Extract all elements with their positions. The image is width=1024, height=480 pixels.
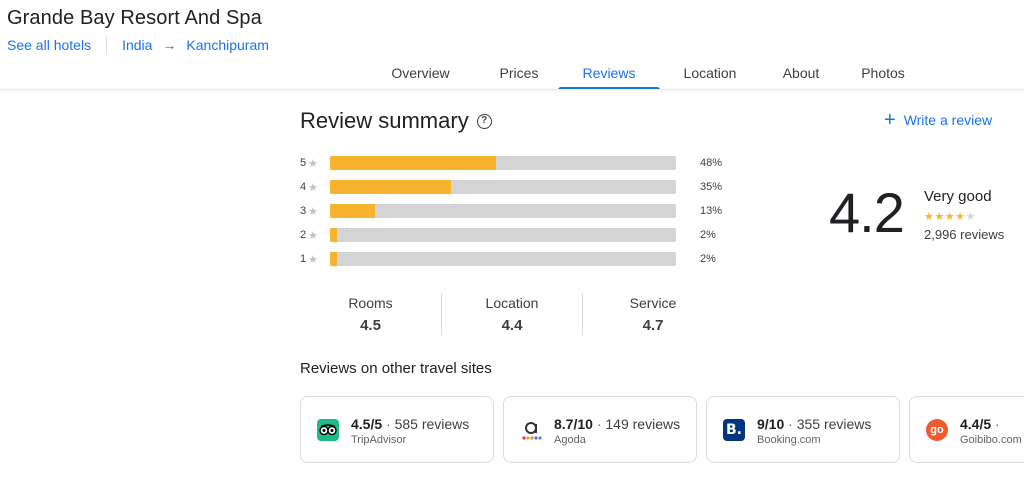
distribution-bar-fill (330, 204, 375, 218)
site-name: TripAdvisor (351, 434, 407, 446)
category-rooms: Rooms 4.5 (300, 293, 441, 335)
star-level: 1 (300, 253, 307, 265)
site-review-count: 585 reviews (394, 416, 470, 432)
distribution-percent: 48% (700, 157, 723, 169)
tab-prices[interactable]: Prices (472, 56, 566, 90)
breadcrumb-city-link[interactable]: Kanchipuram (186, 37, 269, 53)
site-card-tripadvisor[interactable]: 4.5/5 · 585 reviews TripAdvisor (300, 396, 494, 463)
star-icon: ★ (308, 181, 318, 194)
site-card-booking[interactable]: B. 9/10 · 355 reviews Booking.com (706, 396, 900, 463)
distribution-percent: 2% (700, 229, 716, 241)
distribution-row-4: 4 ★ 35% (300, 180, 722, 194)
distribution-percent: 2% (700, 253, 716, 265)
category-name: Location (485, 295, 539, 311)
review-summary-title: Review summary (300, 108, 469, 133)
site-score-line: 4.5/5 · 585 reviews (351, 416, 470, 432)
breadcrumb-country-link[interactable]: India (122, 37, 152, 53)
category-name: Rooms (348, 295, 393, 311)
star-icon: ★ (308, 157, 318, 170)
agoda-icon (520, 419, 542, 441)
star-icon: ★ (934, 211, 945, 223)
star-icon: ★ (955, 211, 966, 223)
see-all-hotels-link[interactable]: See all hotels (7, 37, 91, 53)
site-name: Agoda (554, 434, 586, 446)
tab-photos[interactable]: Photos (850, 56, 916, 90)
distribution-bar-fill (330, 252, 337, 266)
site-card-agoda[interactable]: 8.7/10 · 149 reviews Agoda (503, 396, 697, 463)
review-summary-heading: Review summary ? (300, 108, 492, 134)
site-name: Booking.com (757, 434, 821, 446)
booking-b-icon: B. (723, 419, 745, 441)
tab-location[interactable]: Location (663, 56, 757, 90)
site-score-line: 8.7/10 · 149 reviews (554, 416, 681, 432)
write-review-label: Write a review (903, 112, 993, 128)
distribution-bar-track (330, 252, 676, 266)
distribution-percent: 35% (700, 181, 723, 193)
tab-bar: Overview Prices Reviews Location About P… (370, 56, 916, 90)
distribution-row-3: 3 ★ 13% (300, 204, 722, 218)
site-score-line: 4.4/5 · (960, 416, 1000, 432)
goibibo-go-icon: go (926, 419, 948, 441)
overall-score: 4.2 (829, 181, 905, 244)
distribution-bar-track (330, 228, 676, 242)
hotel-title: Grande Bay Resort And Spa (7, 7, 262, 29)
distribution-row-1: 1 ★ 2% (300, 252, 716, 266)
plus-icon: + (884, 109, 896, 131)
site-review-count: 355 reviews (796, 416, 872, 432)
star-icon: ★ (924, 211, 935, 223)
overall-rating-label: Very good (924, 188, 992, 205)
category-value: 4.7 (642, 317, 664, 334)
site-name: Goibibo.com (960, 434, 1022, 446)
star-level: 4 (300, 181, 307, 193)
star-level: 3 (300, 205, 307, 217)
star-level: 5 (300, 157, 307, 169)
tripadvisor-owl-icon (317, 419, 339, 441)
site-score: 4.4/5 (960, 416, 992, 432)
star-icon: ★ (944, 211, 956, 223)
category-value: 4.4 (501, 317, 523, 334)
category-location: Location 4.4 (441, 293, 582, 335)
tab-about[interactable]: About (763, 56, 839, 90)
star-icon: ★ (308, 205, 318, 218)
site-card-goibibo[interactable]: go 4.4/5 · Goibibo.com (909, 396, 1024, 463)
star-icon: ★ (965, 211, 976, 223)
other-sites-heading: Reviews on other travel sites (300, 360, 492, 377)
breadcrumb-divider (106, 36, 108, 54)
site-score: 4.5/5 (351, 416, 383, 432)
tab-reviews[interactable]: Reviews (558, 56, 660, 90)
tab-overview[interactable]: Overview (370, 56, 471, 90)
arrow-right-icon: → (162, 37, 177, 53)
distribution-bar-fill (330, 156, 497, 170)
overall-review-count[interactable]: 2,996 reviews (924, 227, 1004, 242)
write-review-button[interactable]: + Write a review (884, 109, 993, 131)
distribution-row-5: 5 ★ 48% (300, 156, 722, 170)
distribution-bar-fill (330, 228, 337, 242)
help-icon[interactable]: ? (476, 113, 492, 129)
tab-bar-divider (0, 89, 1024, 90)
distribution-bar-track (330, 204, 676, 218)
distribution-bar-fill (330, 180, 452, 194)
category-name: Service (629, 295, 677, 311)
star-icon: ★ (308, 229, 318, 242)
site-score: 8.7/10 (554, 416, 593, 432)
distribution-row-2: 2 ★ 2% (300, 228, 716, 242)
site-score-line: 9/10 · 355 reviews (757, 416, 872, 432)
category-ratings: Rooms 4.5 Location 4.4 Service 4.7 (300, 293, 723, 335)
distribution-bar-track (330, 180, 676, 194)
site-score: 9/10 (757, 416, 785, 432)
distribution-bar-track (330, 156, 676, 170)
overall-stars-icon: ★★★★★ (924, 210, 976, 223)
star-icon: ★ (308, 253, 318, 266)
breadcrumb: See all hotels India → Kanchipuram (7, 36, 269, 54)
star-level: 2 (300, 229, 307, 241)
site-review-count: 149 reviews (605, 416, 681, 432)
category-value: 4.5 (360, 317, 381, 334)
category-service: Service 4.7 (582, 293, 723, 335)
distribution-percent: 13% (700, 205, 723, 217)
